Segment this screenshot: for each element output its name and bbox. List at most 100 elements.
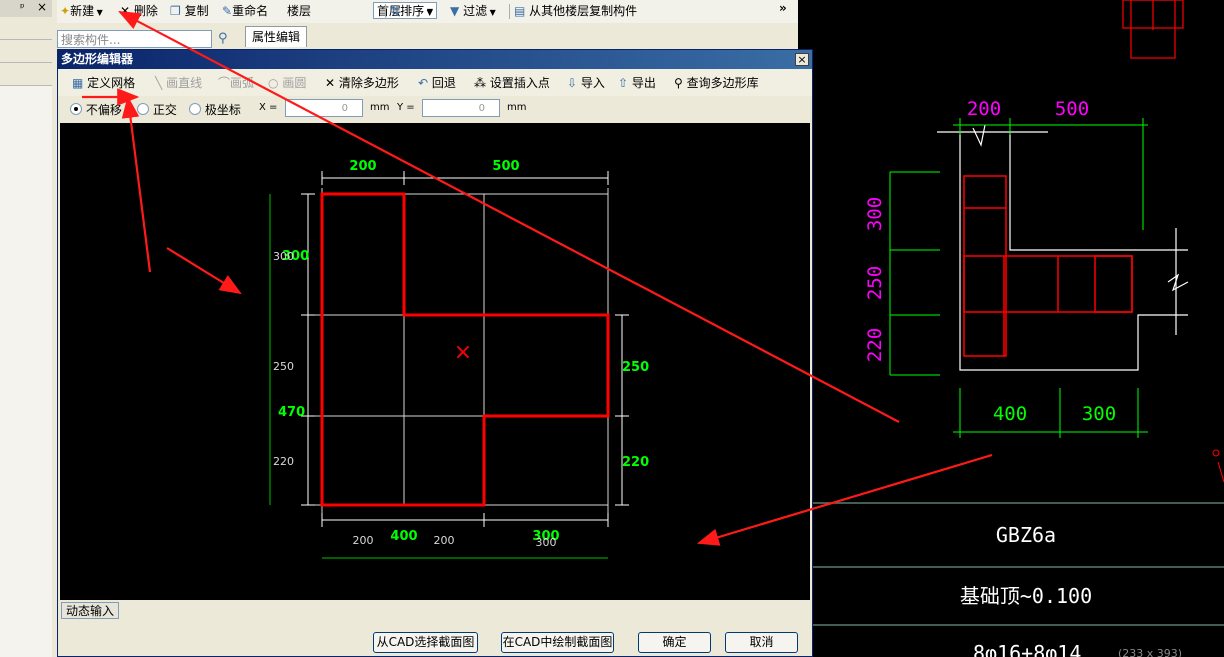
clear-icon: ✕ [325,76,336,90]
import-button[interactable]: ⇩ 导入 [567,75,605,91]
separator [509,4,510,19]
x-input[interactable]: 0 [285,99,363,117]
floor-label: 楼层 [287,4,312,18]
dim-label: 470 [278,405,305,420]
cad-drawing: 200 500 300 250 220 400 300 GBZ6a 基础顶~0.… [813,0,1224,657]
left-panel-header: ᵖ × [0,0,52,18]
cad-table-cell: 8φ16+8φ14 [973,641,1081,657]
close-icon[interactable]: × [37,0,47,14]
dialog-title: 多边形编辑器 [58,50,812,69]
cad-stroke [1217,461,1224,483]
x-unit: mm [370,102,390,113]
ok-button[interactable]: 确定 [638,632,711,653]
orthogonal-radio[interactable]: 正交 [137,101,177,118]
dialog-options: 不偏移 正交 极坐标 X = 0 mm Y = 0 mm [58,96,812,121]
new-button[interactable]: ✦新建 ▼ [60,3,103,20]
filter-icon: ▼ [450,4,460,18]
set-insert-point-button[interactable]: ⁂ 设置插入点 [474,75,550,91]
grid-label: 250 [273,360,294,373]
draw-circle-button[interactable]: ○ 画圆 [268,75,306,91]
arc-icon: ⌒ [218,76,231,90]
search-row: 搜索构件... ⚲ 属性编辑 [57,23,798,49]
search-input[interactable]: 搜索构件... [57,30,212,48]
define-grid-button[interactable]: ▦ 定义网格 [72,75,135,91]
cancel-button[interactable]: 取消 [725,632,798,653]
filter-button[interactable]: ▼ 过滤 ▼ [450,3,496,20]
dim-label: 400 [390,529,417,544]
no-offset-radio[interactable]: 不偏移 [70,101,122,118]
grid-label: 220 [273,455,294,468]
delete-icon: ✕ [120,4,131,18]
search-icon: ⚲ [674,76,683,90]
draw-in-cad-button[interactable]: 在CAD中绘制截面图 [501,632,614,653]
cad-dim-label: 200 [967,98,1001,120]
y-label: Y = [397,102,415,113]
export-button[interactable]: ⇧ 导出 [618,75,656,91]
cad-table-cell: GBZ6a [996,523,1056,547]
left-panel-row[interactable] [0,17,52,40]
cad-outline [937,124,1189,371]
cad-dim-label: 400 [993,403,1027,425]
copy-icon: ❐ [170,4,181,18]
separator [385,4,386,19]
chevron-down-icon: ▼ [487,8,496,17]
x-label: X = [259,102,278,113]
cad-dim-label: 500 [1055,98,1089,120]
query-library-button[interactable]: ⚲ 查询多边形库 [674,75,759,91]
undo-icon: ↶ [418,76,429,90]
delete-button[interactable]: ✕ 删除 [120,3,158,20]
left-panel-row[interactable] [0,63,52,86]
dynamic-input-toggle[interactable]: 动态输入 [61,602,119,619]
circle-icon: ○ [268,76,279,90]
draw-arc-button[interactable]: ⌒画弧 [218,75,254,91]
line-icon: ╲ [155,76,163,90]
tab-property-edit[interactable]: 属性编辑 [245,26,307,47]
new-icon: ✦ [60,4,71,18]
left-panel-row[interactable] [0,40,52,63]
cad-dim-label: 300 [864,197,886,231]
grid-label: 300 [536,536,557,549]
rename-button[interactable]: ✎重命名 [222,3,268,20]
grid-label: 200 [434,534,455,547]
sort-icon: ⇅ [390,4,401,18]
y-unit: mm [507,102,527,113]
copy-from-floor-icon: ▤ [514,4,526,18]
copy-from-floor-button[interactable]: ▤ 从其他楼层复制构件 [514,3,637,20]
sort-button[interactable]: ⇅排序 ▼ [390,3,433,20]
polygon-editor-dialog: 多边形编辑器 × ▦ 定义网格 ╲ 画直线 ⌒画弧 ○ 画圆 ✕ 清除多边形 ↶… [57,49,813,657]
y-input[interactable]: 0 [422,99,500,117]
dialog-toolbar: ▦ 定义网格 ╲ 画直线 ⌒画弧 ○ 画圆 ✕ 清除多边形 ↶ 回退 ⁂ 设置插… [58,69,812,97]
toolbar-overflow-button[interactable]: » [779,0,787,17]
dim-label: 500 [492,159,519,174]
drawing-canvas[interactable]: × 200 500 300 470 250 220 400 300 300 25… [60,123,810,600]
grid-label: 200 [353,534,374,547]
copy-button[interactable]: ❐ 复制 [170,3,209,20]
grid-icon: ▦ [72,76,84,90]
cad-top-detail [1122,0,1184,59]
cad-dim-label: 300 [1082,403,1116,425]
dim-label: 220 [622,455,649,470]
cad-dim-label: 250 [864,266,886,300]
polar-radio[interactable]: 极坐标 [189,101,241,118]
rename-icon: ✎ [222,4,233,18]
radio-indicator [137,103,149,115]
close-icon[interactable]: × [795,53,809,66]
draw-line-button[interactable]: ╲ 画直线 [155,75,202,91]
cad-rebar-cage [963,175,1133,357]
chevron-down-icon: ▼ [94,8,103,17]
undo-button[interactable]: ↶ 回退 [418,75,456,91]
export-icon: ⇧ [618,76,629,90]
grid-label: 300 [273,250,294,263]
dim-label: 200 [349,159,376,174]
dim-label: 250 [622,360,649,375]
insert-point-marker: × [454,340,472,365]
cad-dim-label: 220 [864,328,886,362]
left-dock-panel: ᵖ × [0,0,53,657]
clear-polygon-button[interactable]: ✕ 清除多边形 [325,75,399,91]
chevron-down-icon: ▼ [424,8,433,17]
cad-marker [1212,449,1220,457]
search-icon[interactable]: ⚲ [218,31,228,46]
select-from-cad-button[interactable]: 从CAD选择截面图 [373,632,478,653]
pin-icon[interactable]: ᵖ [20,1,25,14]
radio-indicator [189,103,201,115]
